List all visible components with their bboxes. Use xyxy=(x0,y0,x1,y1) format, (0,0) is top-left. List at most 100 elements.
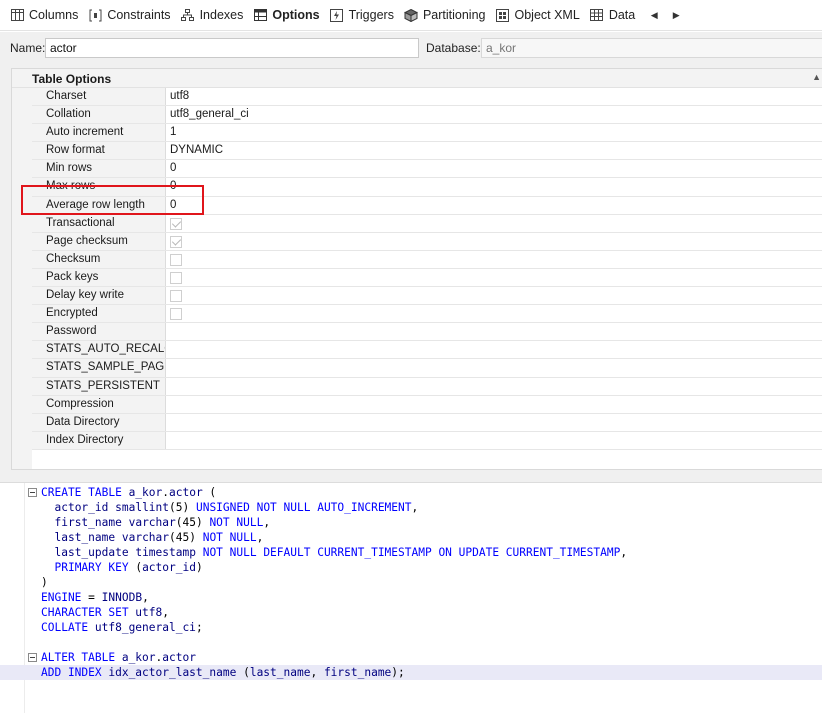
code-token: first_name xyxy=(323,666,392,679)
option-value[interactable]: 0 xyxy=(170,160,176,177)
code-text: PRIMARY KEY (actor_id) xyxy=(41,560,202,575)
option-name: Max rows xyxy=(32,178,166,196)
option-row: Page checksum xyxy=(32,232,822,251)
option-name: Min rows xyxy=(32,160,166,178)
property-grid-gutter xyxy=(12,88,32,469)
option-value[interactable]: utf8 xyxy=(170,88,189,105)
tab-object-xml[interactable]: Object XML xyxy=(494,3,588,27)
option-name: Collation xyxy=(32,106,166,124)
name-row: Name: Database: xyxy=(0,32,822,62)
option-row: Password xyxy=(32,323,822,342)
code-token: (45) xyxy=(175,516,210,529)
option-value[interactable]: DYNAMIC xyxy=(170,142,223,159)
table-options-panel: Table Options ▲ Charset utf8 Collation utf8… xyxy=(11,68,822,470)
code-text: last_update timestamp NOT NULL DEFAULT C… xyxy=(41,545,627,560)
code-token: , xyxy=(620,546,628,559)
tab-scroll-left-icon[interactable]: ◀ xyxy=(643,3,665,27)
tab-label: Object XML xyxy=(514,8,580,22)
tab-partitioning[interactable]: Partitioning xyxy=(402,3,494,27)
code-text: last_name varchar(45) NOT NULL, xyxy=(41,530,263,545)
option-value[interactable]: utf8_general_ci xyxy=(170,106,249,123)
partitioning-icon xyxy=(403,8,418,22)
option-checkbox[interactable] xyxy=(170,271,182,284)
fold-toggle-icon[interactable] xyxy=(28,488,37,497)
table-name-input[interactable] xyxy=(45,38,419,58)
tab-columns[interactable]: Columns xyxy=(8,3,86,27)
tab-scroll-right-icon[interactable]: ▶ xyxy=(665,3,687,27)
code-token: varchar xyxy=(128,516,176,529)
code-token: , xyxy=(256,531,264,544)
tab-data[interactable]: Data xyxy=(588,3,643,27)
code-token: , xyxy=(142,591,149,604)
code-token: COLLATE xyxy=(41,621,95,634)
code-token: a_kor xyxy=(128,486,163,499)
option-checkbox[interactable] xyxy=(170,235,182,248)
option-value[interactable]: 0 xyxy=(170,197,176,214)
table-options-header[interactable]: Table Options ▲ xyxy=(12,69,822,88)
tab-indexes[interactable]: Indexes xyxy=(179,3,252,27)
option-row: STATS_SAMPLE_PAGES xyxy=(32,359,822,378)
code-token: ADD INDEX xyxy=(41,666,109,679)
code-token: actor_id xyxy=(54,501,109,514)
database-label: Database: xyxy=(426,41,481,55)
collapse-icon[interactable]: ▲ xyxy=(812,72,821,82)
option-name: STATS_AUTO_RECALC xyxy=(32,341,166,359)
option-row: Checksum xyxy=(32,250,822,269)
constraints-icon xyxy=(88,8,102,22)
code-token: , xyxy=(310,666,324,679)
option-value[interactable]: 1 xyxy=(170,124,176,141)
code-line: ADD INDEX idx_actor_last_name (last_name… xyxy=(0,665,822,680)
code-text: ) xyxy=(41,575,48,590)
tab-label: Triggers xyxy=(348,8,394,22)
option-name: STATS_SAMPLE_PAGES xyxy=(32,359,166,377)
code-token: last_name xyxy=(54,531,116,544)
code-text: CHARACTER SET utf8, xyxy=(41,605,169,620)
code-line: last_name varchar(45) NOT NULL, xyxy=(0,530,822,545)
option-value[interactable]: 0 xyxy=(170,178,176,195)
tab-options[interactable]: Options xyxy=(251,3,327,27)
code-token: idx_actor_last_name xyxy=(108,666,237,679)
option-checkbox[interactable] xyxy=(170,217,182,230)
tab-label: Indexes xyxy=(199,8,244,22)
option-row: Max rows 0 xyxy=(32,178,822,197)
code-text: ENGINE = INNODB, xyxy=(41,590,149,605)
sql-code[interactable]: CREATE TABLE a_kor.actor ( actor_id smal… xyxy=(0,485,822,680)
tab-constraints[interactable]: Constraints xyxy=(86,3,178,27)
sql-editor[interactable]: CREATE TABLE a_kor.actor ( actor_id smal… xyxy=(0,482,822,713)
editor-tab-bar: Columns Constraints Indexes Options Trig… xyxy=(0,0,822,31)
property-grid: Charset utf8 Collation utf8_general_ci Auto … xyxy=(32,88,822,450)
option-row: Encrypted xyxy=(32,305,822,324)
code-line: last_update timestamp NOT NULL DEFAULT C… xyxy=(0,545,822,560)
code-text: CREATE TABLE a_kor.actor ( xyxy=(41,485,216,500)
option-checkbox[interactable] xyxy=(170,253,182,266)
code-token: (5) xyxy=(169,501,196,514)
code-token: NOT NULL DEFAULT CURRENT_TIMESTAMP ON UP… xyxy=(202,546,621,559)
code-token: actor_id xyxy=(142,561,196,574)
code-line: actor_id smallint(5) UNSIGNED NOT NULL A… xyxy=(0,500,822,515)
fold-toggle-icon[interactable] xyxy=(28,653,37,662)
code-token: (45) xyxy=(169,531,203,544)
code-token: smallint xyxy=(115,501,170,514)
code-token: ENGINE xyxy=(41,591,82,604)
tab-label: Constraints xyxy=(107,8,171,22)
option-row: Auto increment 1 xyxy=(32,124,822,143)
code-line: CHARACTER SET utf8, xyxy=(0,605,822,620)
option-name: Delay key write xyxy=(32,287,166,305)
code-token: INNODB xyxy=(101,591,143,604)
options-area: Table Options ▲ Charset utf8 Collation utf8… xyxy=(0,62,822,482)
tab-triggers[interactable]: Triggers xyxy=(328,3,402,27)
option-row: Compression xyxy=(32,395,822,414)
data-icon xyxy=(590,8,604,22)
table-options-title: Table Options xyxy=(32,72,112,86)
option-checkbox[interactable] xyxy=(170,308,182,321)
code-token: NOT NULL xyxy=(202,531,257,544)
code-token: CHARACTER SET xyxy=(41,606,136,619)
code-line: first_name varchar(45) NOT NULL, xyxy=(0,515,822,530)
option-checkbox[interactable] xyxy=(170,290,182,303)
database-input xyxy=(481,38,822,58)
code-token: actor xyxy=(162,651,196,664)
option-row: Index Directory xyxy=(32,431,822,450)
